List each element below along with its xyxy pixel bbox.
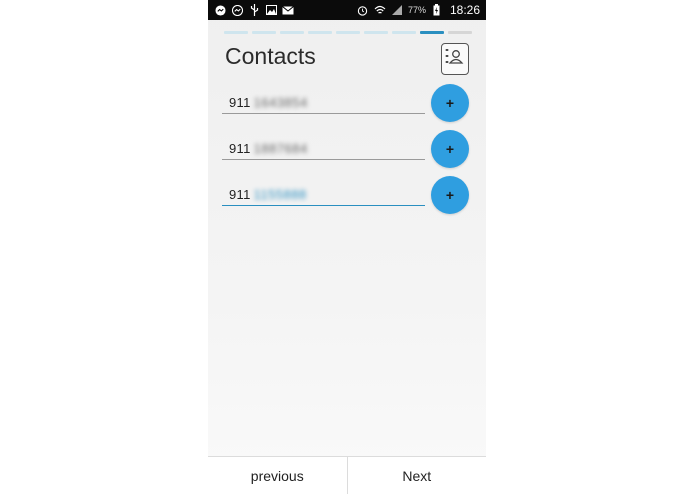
- navigation-bar: previous Next: [208, 456, 486, 494]
- contact-row: 911 1887684 +: [222, 130, 480, 170]
- signal-icon: [391, 4, 403, 16]
- progress-step: [280, 31, 304, 34]
- phone-number-field[interactable]: 911 1643854: [222, 92, 425, 114]
- address-book-button[interactable]: [441, 43, 469, 75]
- contact-book-icon: [445, 46, 465, 73]
- alarm-icon: [357, 4, 369, 16]
- email-icon: [282, 4, 294, 16]
- progress-step: [448, 31, 472, 34]
- phone-prefix: 911: [229, 187, 251, 202]
- phone-number-field[interactable]: 911 1155888: [222, 184, 425, 206]
- progress-step: [308, 31, 332, 34]
- phone-obscured-digits: 1887684: [253, 141, 308, 156]
- progress-step: [252, 31, 276, 34]
- page-title: Contacts: [225, 43, 316, 69]
- messenger-icon: [231, 4, 243, 16]
- progress-step-current: [420, 31, 444, 34]
- battery-percent: 77%: [407, 5, 426, 15]
- usb-icon: [248, 4, 260, 16]
- add-contact-button[interactable]: +: [431, 176, 469, 214]
- step-progress: [224, 31, 472, 34]
- add-contact-button[interactable]: +: [431, 130, 469, 168]
- status-bar: 77% 18:26: [208, 0, 486, 20]
- phone-obscured-digits: 1155888: [253, 187, 307, 202]
- app-screen: 77% 18:26 Contacts 911 1643854 + 911 188…: [208, 0, 486, 494]
- phone-prefix: 911: [229, 95, 251, 110]
- phone-prefix: 911: [229, 141, 251, 156]
- progress-step: [364, 31, 388, 34]
- wifi-icon: [374, 4, 386, 16]
- progress-step: [336, 31, 360, 34]
- messenger-icon: [214, 4, 226, 16]
- previous-button[interactable]: previous: [208, 457, 347, 494]
- gallery-icon: [265, 4, 277, 16]
- contact-row: 911 1155888 +: [222, 176, 480, 216]
- add-contact-button[interactable]: +: [431, 84, 469, 122]
- next-button[interactable]: Next: [346, 457, 487, 494]
- phone-obscured-digits: 1643854: [253, 95, 308, 110]
- contact-row: 911 1643854 +: [222, 84, 480, 124]
- clock: 18:26: [449, 3, 480, 17]
- progress-step: [224, 31, 248, 34]
- phone-number-field[interactable]: 911 1887684: [222, 138, 425, 160]
- battery-charging-icon: [431, 4, 443, 16]
- progress-step: [392, 31, 416, 34]
